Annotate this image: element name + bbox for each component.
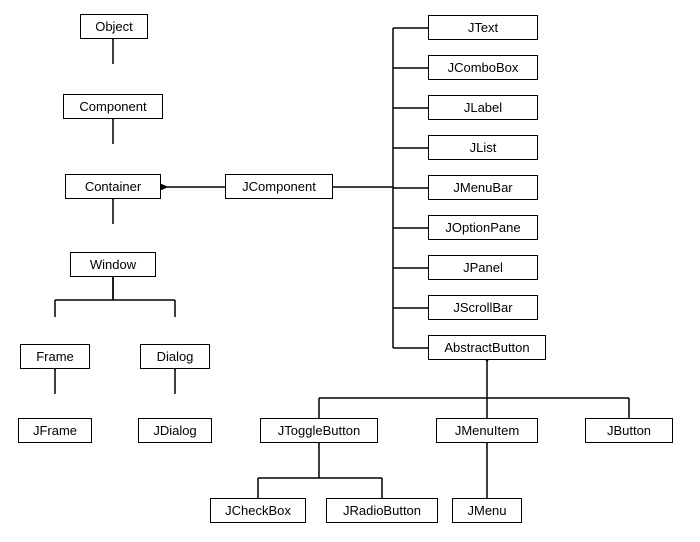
node-label: JMenuBar bbox=[453, 180, 512, 195]
node-jmenubar: JMenuBar bbox=[428, 175, 538, 200]
node-joptionpane: JOptionPane bbox=[428, 215, 538, 240]
node-label: Container bbox=[85, 179, 141, 194]
node-label: JList bbox=[470, 140, 497, 155]
node-jmenu: JMenu bbox=[452, 498, 522, 523]
node-label: JRadioButton bbox=[343, 503, 421, 518]
node-label: JMenuItem bbox=[455, 423, 519, 438]
node-label: JCheckBox bbox=[225, 503, 291, 518]
diagram-canvas: Object Component Container Window Frame … bbox=[0, 0, 700, 542]
node-label: Object bbox=[95, 19, 133, 34]
node-jtext: JText bbox=[428, 15, 538, 40]
node-label: JText bbox=[468, 20, 498, 35]
node-jcheckbox: JCheckBox bbox=[210, 498, 306, 523]
node-label: Frame bbox=[36, 349, 74, 364]
node-label: JButton bbox=[607, 423, 651, 438]
node-component: Component bbox=[63, 94, 163, 119]
node-label: JFrame bbox=[33, 423, 77, 438]
node-jlabel: JLabel bbox=[428, 95, 538, 120]
node-jscrollbar: JScrollBar bbox=[428, 295, 538, 320]
node-label: JToggleButton bbox=[278, 423, 360, 438]
node-container: Container bbox=[65, 174, 161, 199]
node-label: JComboBox bbox=[448, 60, 519, 75]
node-label: JScrollBar bbox=[453, 300, 512, 315]
node-jmenuitem: JMenuItem bbox=[436, 418, 538, 443]
node-jcombobox: JComboBox bbox=[428, 55, 538, 80]
node-label: JLabel bbox=[464, 100, 502, 115]
node-label: Window bbox=[90, 257, 136, 272]
node-label: AbstractButton bbox=[444, 340, 529, 355]
node-jcomponent: JComponent bbox=[225, 174, 333, 199]
node-label: JComponent bbox=[242, 179, 316, 194]
node-window: Window bbox=[70, 252, 156, 277]
node-label: Dialog bbox=[157, 349, 194, 364]
node-label: JOptionPane bbox=[445, 220, 520, 235]
node-label: JMenu bbox=[467, 503, 506, 518]
node-jlist: JList bbox=[428, 135, 538, 160]
node-frame: Frame bbox=[20, 344, 90, 369]
node-jdialog: JDialog bbox=[138, 418, 212, 443]
node-jbutton: JButton bbox=[585, 418, 673, 443]
node-label: JPanel bbox=[463, 260, 503, 275]
node-jframe: JFrame bbox=[18, 418, 92, 443]
node-jtogglebutton: JToggleButton bbox=[260, 418, 378, 443]
node-dialog: Dialog bbox=[140, 344, 210, 369]
node-jpanel: JPanel bbox=[428, 255, 538, 280]
node-abstractbutton: AbstractButton bbox=[428, 335, 546, 360]
node-label: Component bbox=[79, 99, 146, 114]
node-jradiobutton: JRadioButton bbox=[326, 498, 438, 523]
node-object: Object bbox=[80, 14, 148, 39]
node-label: JDialog bbox=[153, 423, 196, 438]
